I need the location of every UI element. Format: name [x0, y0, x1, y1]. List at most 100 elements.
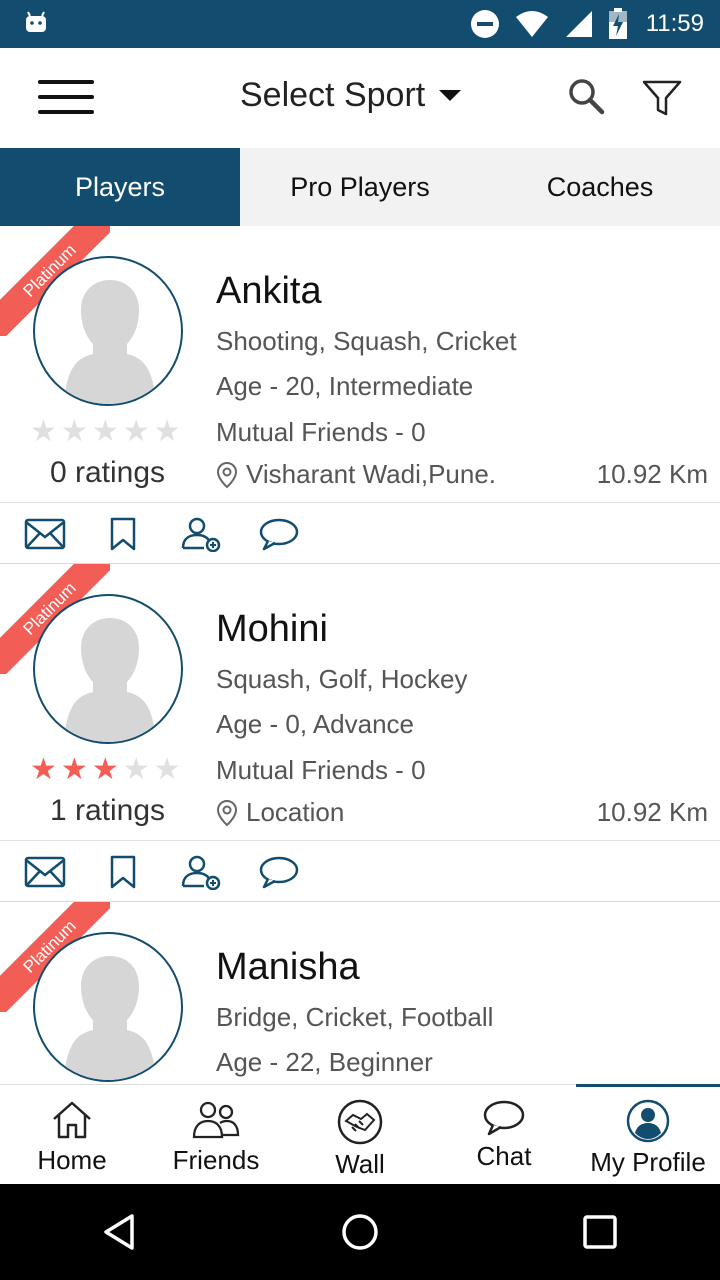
- home-circle-icon: [342, 1214, 378, 1250]
- star-icon: ★: [30, 415, 57, 448]
- tab-coaches[interactable]: Coaches: [480, 148, 720, 226]
- divider: [0, 502, 720, 503]
- star-icon: ★: [122, 753, 150, 786]
- mail-icon: [24, 518, 66, 550]
- search-icon[interactable]: [566, 76, 606, 116]
- status-bar: 11:59: [0, 0, 720, 48]
- filter-icon[interactable]: [640, 76, 684, 120]
- star-icon: ★: [91, 415, 119, 448]
- player-card[interactable]: Platinum Manisha Bridge, Cricket, Footba…: [0, 902, 720, 1084]
- clock: 11:59: [645, 10, 704, 37]
- mutual-friends: Mutual Friends - 0: [216, 755, 426, 785]
- star-icon: ★: [60, 753, 88, 786]
- friends-icon: [192, 1101, 240, 1139]
- home-system-button[interactable]: [320, 1192, 400, 1272]
- nav-home-label: Home: [37, 1145, 107, 1175]
- player-age-level: Age - 22, Beginner: [216, 1047, 433, 1077]
- chat-bubble-icon: [259, 518, 299, 551]
- recents-button[interactable]: [560, 1192, 640, 1272]
- nav-friends[interactable]: Friends: [144, 1085, 288, 1185]
- handshake-icon: [337, 1099, 383, 1145]
- player-sports: Squash, Golf, Hockey: [216, 664, 468, 694]
- star-icon: ★: [153, 415, 181, 448]
- nav-my-profile-label: My Profile: [590, 1147, 706, 1177]
- player-card[interactable]: Platinum ★ ★ ★ ★ ★ 1 ratings Mohini Squa…: [0, 564, 720, 902]
- nav-friends-label: Friends: [172, 1145, 260, 1175]
- rating-stars: ★ ★ ★ ★ ★: [30, 754, 181, 786]
- player-age-level: Age - 20, Intermediate: [216, 371, 474, 401]
- nav-wall-label: Wall: [335, 1149, 385, 1179]
- ratings-count: 1 ratings: [49, 794, 166, 827]
- ratings-count: 0 ratings: [49, 456, 166, 489]
- distance: 10.92 Km: [596, 797, 708, 827]
- message-button[interactable]: [24, 514, 102, 554]
- bookmark-button[interactable]: [102, 852, 180, 892]
- player-sports: Shooting, Squash, Cricket: [216, 326, 517, 356]
- player-age-level: Age - 0, Advance: [216, 709, 415, 739]
- player-location: Visharant Wadi,Pune.: [216, 459, 496, 490]
- divider: [0, 840, 720, 841]
- add-user-icon: [181, 517, 221, 552]
- nav-home[interactable]: Home: [0, 1085, 144, 1185]
- select-sport-dropdown[interactable]: Select Sport: [240, 76, 462, 115]
- player-sports: Bridge, Cricket, Football: [216, 1002, 494, 1032]
- star-icon: ★: [60, 415, 88, 448]
- android-icon: [26, 11, 46, 32]
- avatar[interactable]: [33, 594, 183, 744]
- player-name[interactable]: Mohini: [216, 608, 328, 651]
- tab-bar: Players Pro Players Coaches: [0, 148, 720, 226]
- message-button[interactable]: [24, 852, 102, 892]
- chat-button[interactable]: [258, 852, 336, 892]
- avatar-placeholder-icon: [63, 280, 157, 404]
- nav-wall[interactable]: Wall: [288, 1085, 432, 1185]
- player-name[interactable]: Ankita: [216, 270, 322, 313]
- avatar[interactable]: [33, 256, 183, 406]
- rating-stars: ★ ★ ★ ★ ★: [30, 416, 181, 448]
- select-sport-label: Select Sport: [240, 76, 426, 114]
- star-icon: ★: [122, 415, 150, 448]
- nav-chat[interactable]: Chat: [432, 1085, 576, 1185]
- avatar-placeholder-icon: [63, 956, 157, 1080]
- menu-icon[interactable]: [38, 80, 94, 116]
- chat-icon: [483, 1100, 525, 1136]
- chat-button[interactable]: [258, 514, 336, 554]
- card-actions: [24, 514, 336, 554]
- app-bar: Select Sport: [0, 48, 720, 148]
- nav-chat-label: Chat: [476, 1141, 532, 1171]
- nav-my-profile[interactable]: My Profile: [576, 1084, 720, 1185]
- bookmark-icon: [110, 517, 136, 551]
- star-icon: ★: [153, 753, 181, 786]
- system-navigation-bar: [0, 1184, 720, 1280]
- add-friend-button[interactable]: [180, 514, 258, 554]
- battery-icon: [608, 8, 627, 39]
- player-name[interactable]: Manisha: [216, 946, 360, 989]
- recents-square-icon: [583, 1215, 617, 1249]
- mail-icon: [24, 856, 66, 888]
- location-text: Location: [246, 797, 345, 827]
- caret-down-icon: [439, 90, 462, 101]
- wifi-icon: [515, 11, 548, 37]
- location-pin-icon: [216, 461, 238, 488]
- signal-icon: [565, 11, 592, 37]
- tab-players[interactable]: Players: [0, 148, 240, 226]
- profile-icon: [626, 1099, 670, 1143]
- player-card[interactable]: Platinum ★ ★ ★ ★ ★ 0 ratings Ankita Shoo…: [0, 226, 720, 564]
- bottom-navigation: Home Friends Wall Chat My Profile: [0, 1084, 720, 1184]
- player-list: Platinum ★ ★ ★ ★ ★ 0 ratings Ankita Shoo…: [0, 226, 720, 1084]
- add-friend-button[interactable]: [180, 852, 258, 892]
- avatar[interactable]: [33, 932, 183, 1082]
- star-icon: ★: [30, 753, 57, 786]
- bookmark-button[interactable]: [102, 514, 180, 554]
- chat-bubble-icon: [259, 856, 299, 889]
- do-not-disturb-icon: [470, 10, 499, 38]
- bookmark-icon: [110, 855, 136, 889]
- home-icon: [53, 1101, 91, 1139]
- location-pin-icon: [216, 799, 238, 826]
- back-button[interactable]: [80, 1192, 160, 1272]
- add-user-icon: [181, 855, 221, 890]
- location-text: Visharant Wadi,Pune.: [246, 459, 497, 489]
- back-triangle-icon: [104, 1214, 134, 1250]
- card-actions: [24, 852, 336, 892]
- player-location: Location: [216, 797, 344, 828]
- tab-pro-players[interactable]: Pro Players: [240, 148, 480, 226]
